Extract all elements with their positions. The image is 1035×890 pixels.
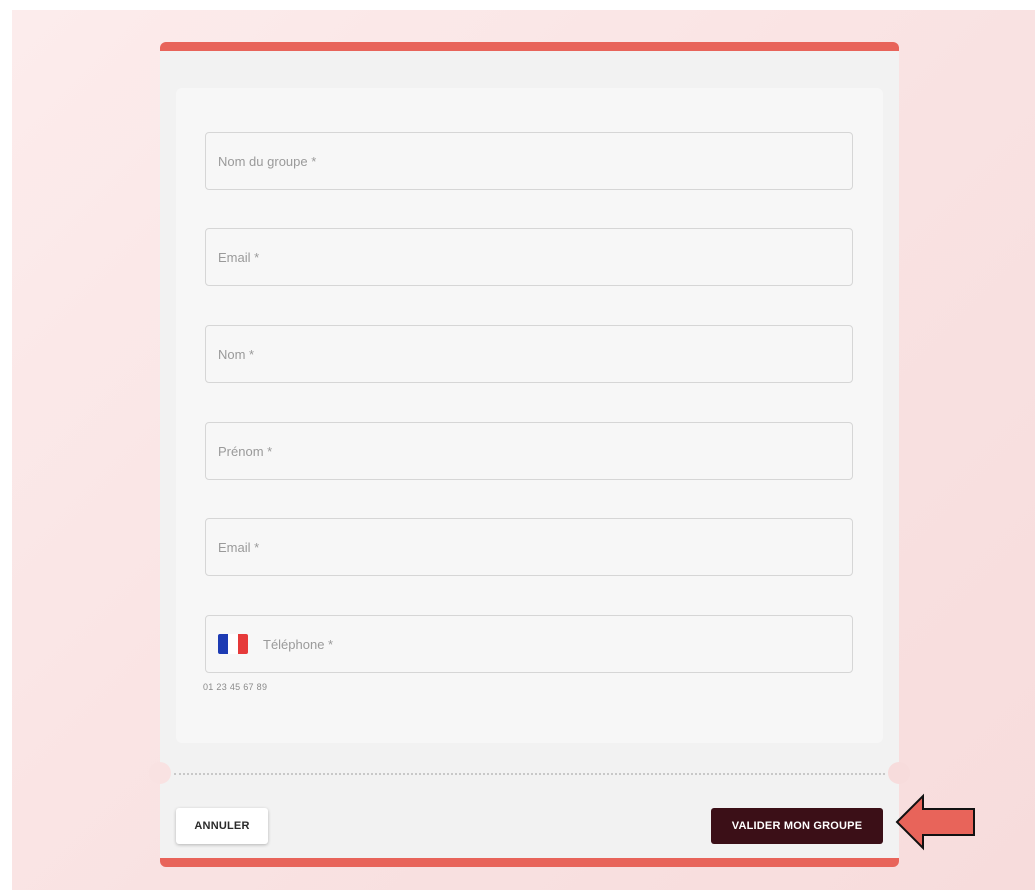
phone-placeholder: Téléphone *: [263, 636, 334, 652]
ticket-notch-left: [149, 762, 171, 784]
email-placeholder: Email *: [218, 539, 260, 555]
group-email-placeholder: Email *: [218, 249, 260, 265]
ticket-notch-right: [888, 762, 910, 784]
cancel-button[interactable]: ANNULER: [176, 808, 268, 844]
last-name-field[interactable]: Nom *: [205, 325, 853, 383]
phone-format-hint: 01 23 45 67 89: [203, 682, 268, 692]
dotted-divider: [174, 773, 885, 775]
france-flag-icon[interactable]: [218, 634, 248, 654]
group-form-card: Nom du groupe * Email * Nom * Prénom * E…: [149, 42, 910, 867]
form-panel: Nom du groupe * Email * Nom * Prénom * E…: [176, 88, 883, 743]
arrow-left-icon: [895, 793, 975, 851]
email-field[interactable]: Email *: [205, 518, 853, 576]
first-name-field[interactable]: Prénom *: [205, 422, 853, 480]
group-email-field[interactable]: Email *: [205, 228, 853, 286]
validate-group-button[interactable]: VALIDER MON GROUPE: [711, 808, 883, 844]
group-name-placeholder: Nom du groupe *: [218, 153, 317, 169]
phone-field[interactable]: Téléphone *: [205, 615, 853, 673]
first-name-placeholder: Prénom *: [218, 443, 273, 459]
last-name-placeholder: Nom *: [218, 346, 255, 362]
group-name-field[interactable]: Nom du groupe *: [205, 132, 853, 190]
